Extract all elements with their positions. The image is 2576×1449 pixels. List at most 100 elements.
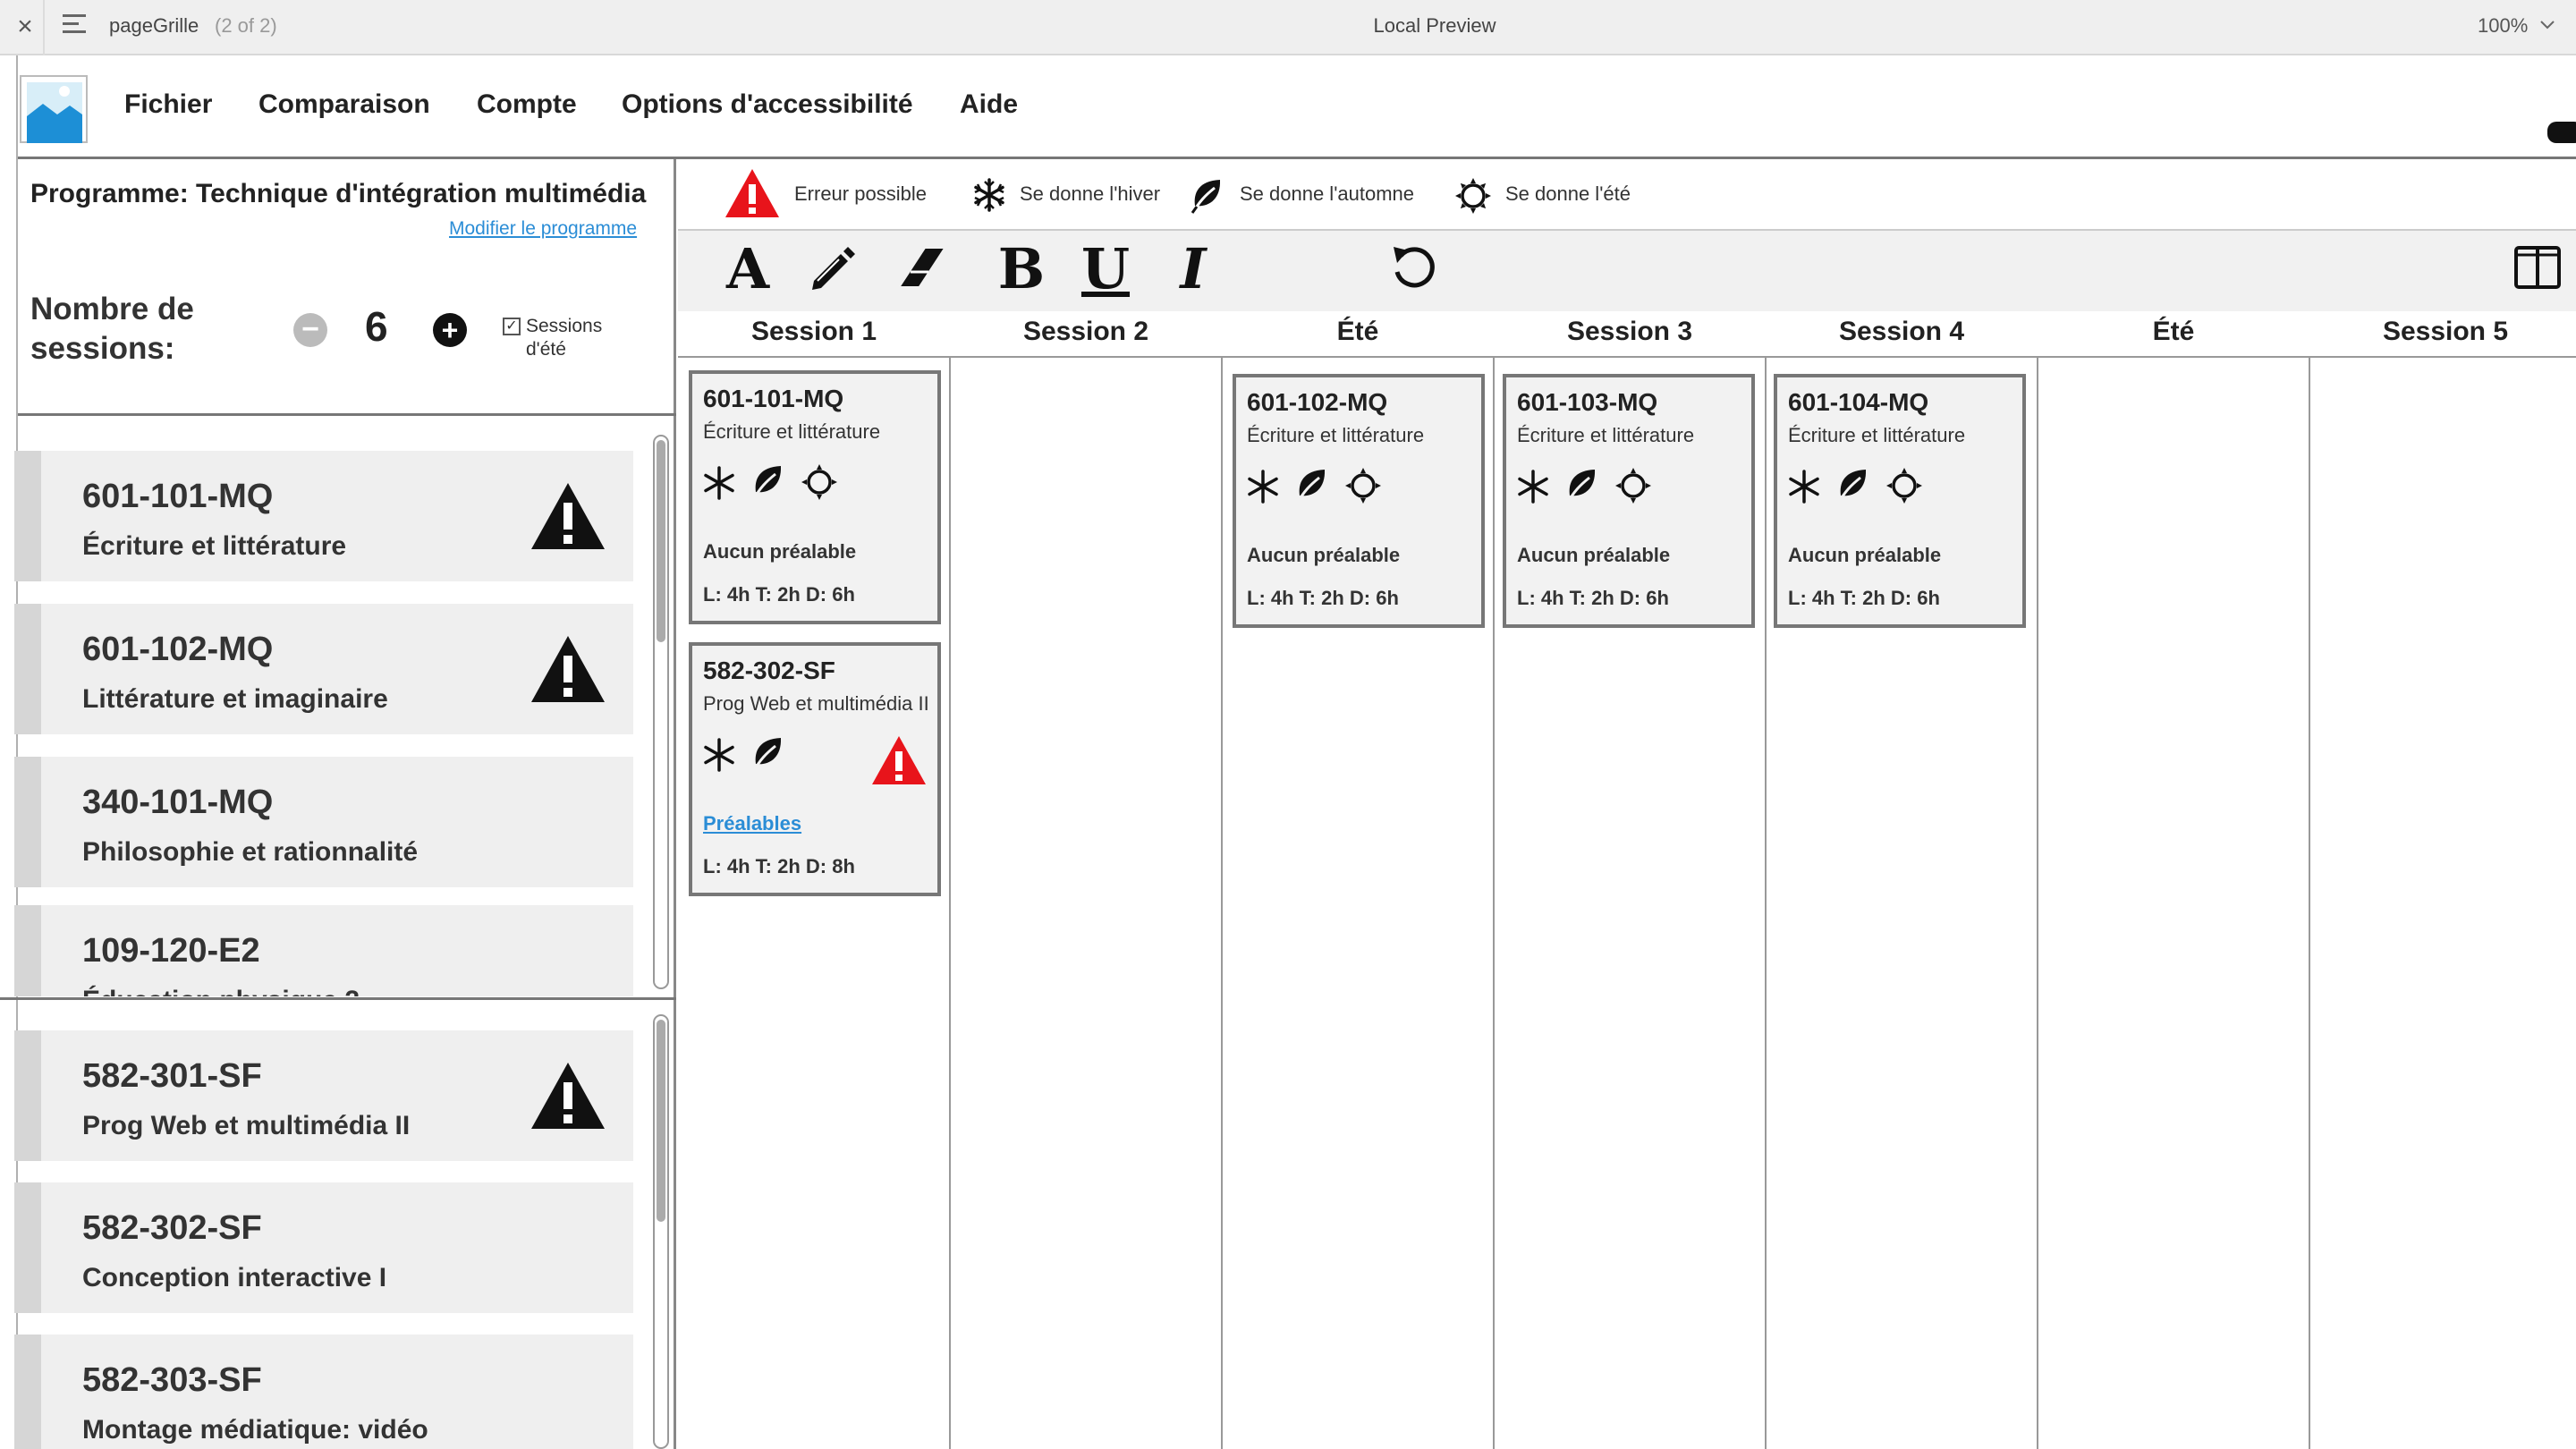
availability-icons [701, 735, 787, 772]
menu-compte[interactable]: Compte [477, 89, 577, 120]
sun-icon [801, 464, 837, 500]
session-header-2: Session 2 [1022, 317, 1149, 346]
font-tool-button[interactable]: A [721, 238, 775, 301]
zoom-level[interactable]: 100% [2478, 14, 2528, 38]
course-code: 601-101-MQ [82, 478, 274, 515]
edit-program-link[interactable]: Modifier le programme [449, 218, 637, 240]
course-name: Littérature et imaginaire [82, 684, 388, 714]
decrement-sessions-button[interactable]: − [293, 313, 327, 347]
prerequisites-link[interactable]: Préalables [703, 812, 801, 835]
course-code: 601-103-MQ [1517, 388, 1658, 416]
course-code: 582-301-SF [82, 1057, 262, 1095]
course-code: 582-302-SF [703, 657, 835, 684]
legend-autumn-label: Se donne l'automne [1240, 182, 1415, 205]
snowflake-icon [974, 178, 1004, 212]
session-header-summer-2: Été [2152, 317, 2195, 346]
course-hours: L: 4h T: 2h D: 8h [703, 855, 855, 877]
availability-icons [1515, 467, 1652, 504]
leaf-icon [1567, 470, 1596, 504]
format-toolbar [678, 231, 2576, 311]
course-code: 601-102-MQ [1247, 388, 1388, 416]
column-divider [1765, 358, 1767, 1449]
course-card[interactable]: 582-303-SF Montage médiatique: vidéo [14, 1335, 633, 1449]
legend-error-label: Erreur possible [794, 182, 927, 205]
menu-accessibilite[interactable]: Options d'accessibilité [622, 89, 913, 120]
scrollbar[interactable] [653, 435, 669, 989]
column-divider [949, 358, 951, 1449]
course-card[interactable]: 601-102-MQ Littérature et imaginaire [14, 604, 633, 734]
grid-course-card[interactable]: 601-101-MQ Écriture et littérature Aucun… [689, 370, 941, 624]
prerequisite-text: Aucun préalable [1247, 544, 1401, 566]
warning-icon [531, 1063, 605, 1129]
leaf-icon [1191, 180, 1221, 214]
scroll-handle[interactable] [2547, 122, 2576, 143]
availability-icons [701, 463, 838, 500]
course-card[interactable]: 582-301-SF Prog Web et multimédia II [14, 1030, 633, 1161]
divider [0, 997, 676, 1000]
grid-course-card[interactable]: 582-302-SF Prog Web et multimédia II Pré… [689, 642, 941, 896]
legend-summer-label: Se donne l'été [1505, 182, 1631, 205]
course-name: Conception interactive I [82, 1263, 387, 1292]
grid-course-card[interactable]: 601-102-MQ Écriture et littérature Aucun… [1233, 374, 1485, 628]
legend-winter-label: Se donne l'hiver [1020, 182, 1161, 205]
summer-sessions-label: Sessions d'été [526, 316, 603, 360]
course-card[interactable]: 340-101-MQ Philosophie et rationnalité [14, 757, 633, 887]
course-code: 601-101-MQ [703, 385, 844, 412]
course-hours: L: 4h T: 2h D: 6h [703, 583, 855, 606]
snowflake-icon [704, 738, 734, 772]
course-name: Prog Web et multimédia II [703, 692, 929, 715]
italic-button[interactable]: I [1166, 238, 1220, 301]
session-header-4: Session 4 [1838, 317, 1965, 346]
course-card[interactable]: 601-101-MQ Écriture et littérature [14, 451, 633, 581]
undo-icon[interactable] [1388, 242, 1438, 292]
error-icon [725, 169, 779, 217]
course-name: Écriture et littérature [703, 420, 881, 443]
course-code: 109-120-E2 [82, 932, 260, 970]
course-hours: L: 4h T: 2h D: 6h [1247, 587, 1399, 609]
snowflake-icon [1789, 470, 1819, 504]
snowflake-icon [704, 466, 734, 500]
course-list-general: 601-101-MQ Écriture et littérature 601-1… [14, 429, 637, 996]
split-view-icon[interactable] [2513, 245, 2562, 290]
menu-comparaison[interactable]: Comparaison [258, 89, 430, 120]
course-card[interactable]: 582-302-SF Conception interactive I [14, 1182, 633, 1313]
course-code: 582-303-SF [82, 1361, 262, 1399]
program-title: Programme: Technique d'intégration multi… [30, 179, 647, 208]
session-header-summer-1: Été [1336, 317, 1379, 346]
course-name: Écriture et littérature [1517, 424, 1695, 446]
column-divider [1221, 358, 1223, 1449]
column-divider [2037, 358, 2038, 1449]
snowflake-icon [1248, 470, 1278, 504]
summer-sessions-checkbox[interactable]: ✓ [503, 318, 521, 335]
pencil-icon[interactable] [805, 242, 859, 295]
course-hours: L: 4h T: 2h D: 6h [1517, 587, 1669, 609]
grid-course-card[interactable]: 601-104-MQ Écriture et littérature Aucun… [1774, 374, 2026, 628]
menu-aide[interactable]: Aide [960, 89, 1018, 120]
scrollbar[interactable] [653, 1014, 669, 1449]
course-list-specific: 582-301-SF Prog Web et multimédia II 582… [14, 1029, 637, 1449]
error-icon[interactable] [871, 735, 927, 785]
chevron-down-icon[interactable] [2538, 13, 2556, 38]
course-name: Écriture et littérature [1788, 424, 1966, 446]
underline-button[interactable]: U [1079, 238, 1132, 301]
bold-button[interactable]: B [995, 238, 1048, 301]
grid-course-card[interactable]: 601-103-MQ Écriture et littérature Aucun… [1503, 374, 1755, 628]
course-name: Éducation physique 2 [82, 986, 360, 996]
eraser-icon[interactable] [900, 242, 953, 295]
course-hours: L: 4h T: 2h D: 6h [1788, 587, 1940, 609]
column-divider [2309, 358, 2310, 1449]
course-card[interactable]: 109-120-E2 Éducation physique 2 [14, 905, 633, 996]
increment-sessions-button[interactable]: + [433, 313, 467, 347]
menu-fichier[interactable]: Fichier [124, 89, 212, 120]
snowflake-icon [1518, 470, 1548, 504]
leaf-icon [753, 466, 782, 500]
availability-icons [1245, 467, 1382, 504]
leaf-icon [753, 738, 782, 772]
course-code: 582-302-SF [82, 1209, 262, 1247]
prerequisite-text: Aucun préalable [1788, 544, 1942, 566]
sessions-count-value: 6 [365, 303, 388, 350]
sun-icon [1885, 468, 1922, 504]
prerequisite-text: Aucun préalable [703, 540, 857, 563]
availability-icons [1786, 467, 1923, 504]
course-name: Prog Web et multimédia II [82, 1111, 411, 1140]
